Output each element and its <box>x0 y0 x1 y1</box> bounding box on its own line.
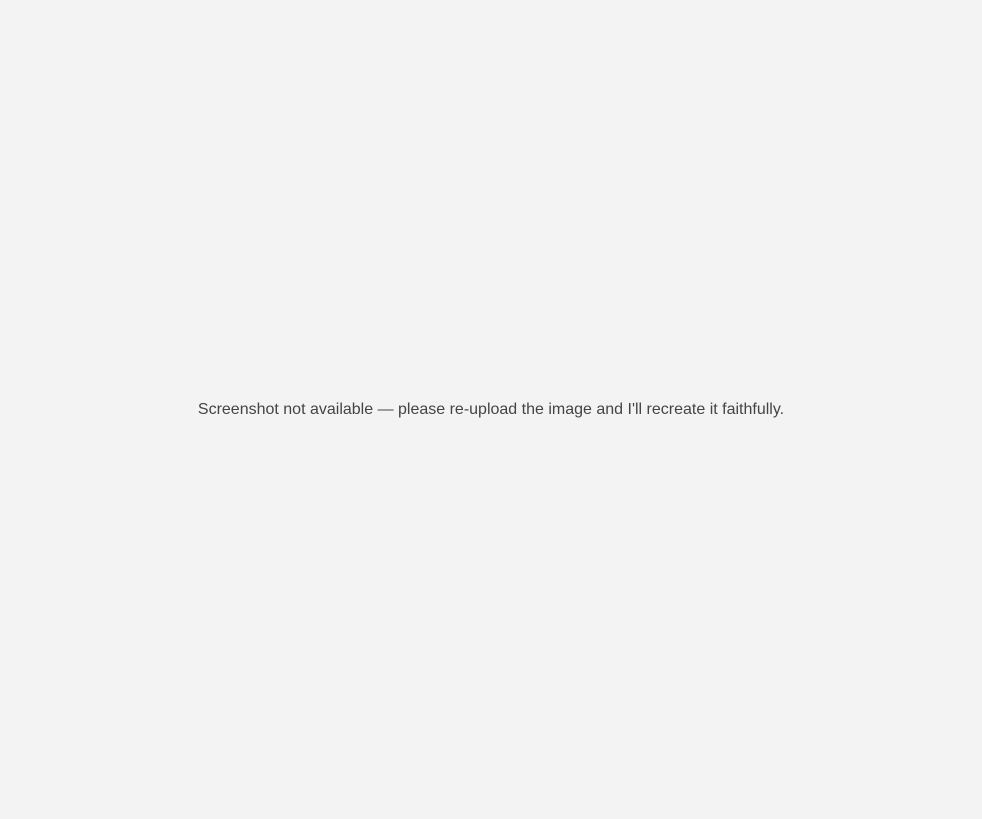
notice-text: Screenshot not available — please re-upl… <box>197 400 785 418</box>
placeholder: Screenshot not available — please re-upl… <box>0 0 982 819</box>
page: Screenshot not available — please re-upl… <box>0 0 982 819</box>
